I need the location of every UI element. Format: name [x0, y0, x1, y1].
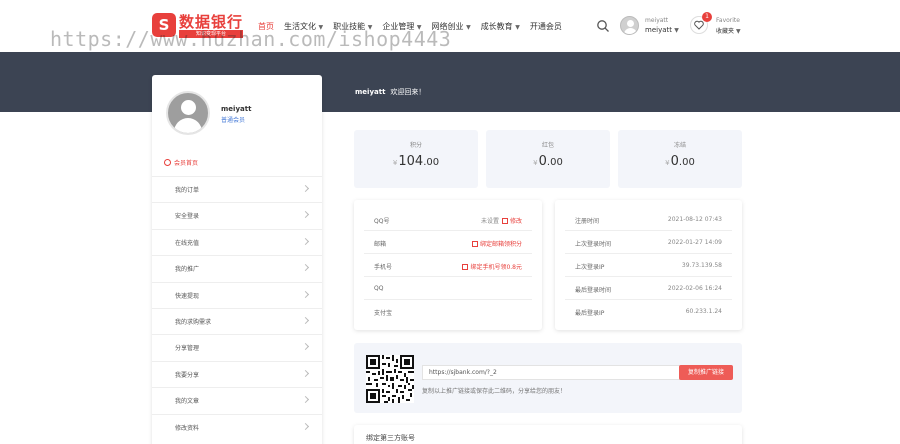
search-icon[interactable]	[596, 19, 610, 33]
nav-item-vip[interactable]: 开通会员	[530, 20, 562, 34]
nav-item-startup[interactable]: 网络创业 ▼	[432, 20, 471, 34]
edit-icon	[501, 218, 508, 224]
chevron-right-icon	[301, 264, 310, 272]
avatar[interactable]	[166, 91, 210, 135]
user-small-name: meiyatt	[645, 17, 669, 24]
qr-code	[366, 355, 414, 403]
sidebar-item-articles[interactable]: 我的文章	[152, 387, 322, 413]
chevron-right-icon	[301, 290, 310, 298]
chevron-right-icon	[301, 184, 310, 193]
bind-phone-link[interactable]: 绑定手机号领0.8元	[462, 264, 522, 271]
bind-email-link[interactable]: 绑定邮箱领积分	[471, 241, 522, 248]
edit-qq-link[interactable]: 修改	[501, 218, 522, 225]
sidebar-list: 我的订单 安全登录 在线充值 我的推广 快速提现 我的求购需求 分享管理 我要分…	[152, 176, 322, 440]
sidebar-item-home[interactable]: 会员首页	[164, 158, 198, 167]
edit-icon	[471, 241, 478, 247]
stat-label: 红包	[541, 142, 554, 149]
login-info-panel: 注册时间 2021-08-12 07:43 上次登录时间 2022-01-27 …	[555, 200, 742, 330]
nav-item-management[interactable]: 企业管理 ▼	[382, 20, 421, 34]
promo-link-input[interactable]: https://sjbank.com/?_2	[422, 365, 684, 380]
stat-card-points: 积分 ¥104.00	[354, 130, 478, 188]
stat-card-redpacket: 红包 ¥0.00	[486, 130, 610, 188]
member-name: meiyatt	[221, 105, 252, 113]
sidebar-item-profile[interactable]: 修改资料	[152, 413, 322, 440]
stat-label: 积分	[409, 142, 422, 149]
info-row: 最后登录时间 2022-02-06 16:24	[565, 277, 732, 300]
sidebar-item-promotion[interactable]: 我的推广	[152, 255, 322, 281]
chevron-right-icon	[301, 396, 310, 404]
sidebar-item-orders[interactable]: 我的订单	[152, 176, 322, 202]
third-party-panel: 绑定第三方账号	[354, 425, 742, 444]
chevron-down-icon: ▼	[466, 24, 471, 31]
logo-subtitle: 知识变现平台	[179, 30, 243, 38]
info-row: 支付宝	[374, 310, 393, 317]
chevron-down-icon: ▼	[416, 24, 422, 31]
chevron-down-icon: ▼	[674, 27, 679, 34]
stat-card-frozen: 冻结 ¥0.00	[618, 130, 742, 188]
member-level: 普通会员	[221, 117, 246, 124]
main-nav: 首页 生活文化 ▼ 职业技能 ▼ 企业管理 ▼ 网络创业 ▼ 成长教育 ▼ 开通…	[258, 20, 562, 34]
info-row: 上次登录IP 39.73.139.58	[565, 254, 732, 277]
sidebar-item-requests[interactable]: 我的求购需求	[152, 307, 322, 334]
chevron-right-icon	[301, 316, 310, 324]
nav-item-education[interactable]: 成长教育 ▼	[481, 20, 520, 34]
top-header: S 数据银行 知识变现平台 首页 生活文化 ▼ 职业技能 ▼ 企业管理 ▼ 网络…	[0, 0, 900, 52]
third-party-title: 绑定第三方账号	[366, 434, 415, 442]
info-row: 注册时间 2021-08-12 07:43	[565, 208, 732, 231]
chevron-down-icon: ▼	[735, 28, 741, 35]
copy-link-button[interactable]: 复制推广链接	[679, 365, 733, 380]
favorites-count-badge: 1	[702, 12, 712, 22]
logo-text: 数据银行	[179, 13, 244, 31]
chevron-right-icon	[301, 343, 310, 351]
favorites-small-label: Favorite	[716, 17, 740, 24]
edit-icon	[462, 264, 469, 270]
logo-icon: S	[152, 13, 176, 37]
chevron-down-icon: ▼	[318, 24, 324, 31]
chevron-down-icon: ▼	[515, 24, 520, 31]
promo-tip: 复制以上推广链接或保存此二维码，分享给您的朋友！	[422, 388, 567, 395]
site-logo[interactable]: S 数据银行 知识变现平台	[152, 11, 244, 41]
sidebar-item-recharge[interactable]: 在线充值	[152, 228, 322, 255]
sidebar-item-share-manage[interactable]: 分享管理	[152, 334, 322, 360]
info-row: 最后登录IP 60.233.1.24	[575, 308, 722, 317]
info-row: QQ号 未设置 修改	[364, 208, 532, 231]
home-icon	[164, 159, 171, 166]
sidebar-item-share[interactable]: 我要分享	[152, 360, 322, 387]
info-row: 上次登录时间 2022-01-27 14:09	[565, 231, 732, 254]
user-name: meiyatt ▼	[645, 26, 679, 34]
nav-item-life[interactable]: 生活文化 ▼	[284, 20, 323, 34]
favorites-menu[interactable]: 1 Favorite 收藏夹 ▼	[690, 12, 750, 38]
stat-value: ¥104.00	[392, 154, 440, 169]
promotion-panel: https://sjbank.com/?_2 复制推广链接 复制以上推广链接或保…	[354, 343, 742, 413]
info-row: 手机号 绑定手机号领0.8元	[364, 254, 532, 277]
chevron-right-icon	[301, 237, 310, 245]
nav-item-skills[interactable]: 职业技能 ▼	[333, 20, 372, 34]
chevron-right-icon	[301, 369, 310, 377]
sidebar-item-security[interactable]: 安全登录	[152, 202, 322, 228]
welcome-text: meiyatt 欢迎回来！	[355, 88, 426, 96]
stat-value: ¥0.00	[665, 154, 695, 169]
welcome-banner	[0, 52, 900, 112]
sidebar-item-withdraw[interactable]: 快速提现	[152, 281, 322, 308]
account-info-panel: QQ号 未设置 修改 邮箱 绑定邮箱领积分 手机号 绑定手机号领0.8元 QQ 支…	[354, 200, 542, 330]
avatar	[620, 16, 639, 35]
stat-label: 冻结	[673, 142, 686, 149]
chevron-right-icon	[301, 422, 310, 430]
stat-value: ¥0.00	[533, 154, 563, 169]
info-row: QQ	[364, 277, 532, 300]
chevron-down-icon: ▼	[367, 24, 373, 31]
info-row: 邮箱 绑定邮箱领积分	[364, 231, 532, 254]
nav-item-home[interactable]: 首页	[258, 20, 274, 34]
member-sidebar: meiyatt 普通会员 会员首页 我的订单 安全登录 在线充值 我的推广 快速…	[152, 75, 322, 444]
chevron-right-icon	[301, 211, 310, 219]
favorites-label: 收藏夹 ▼	[716, 28, 741, 35]
